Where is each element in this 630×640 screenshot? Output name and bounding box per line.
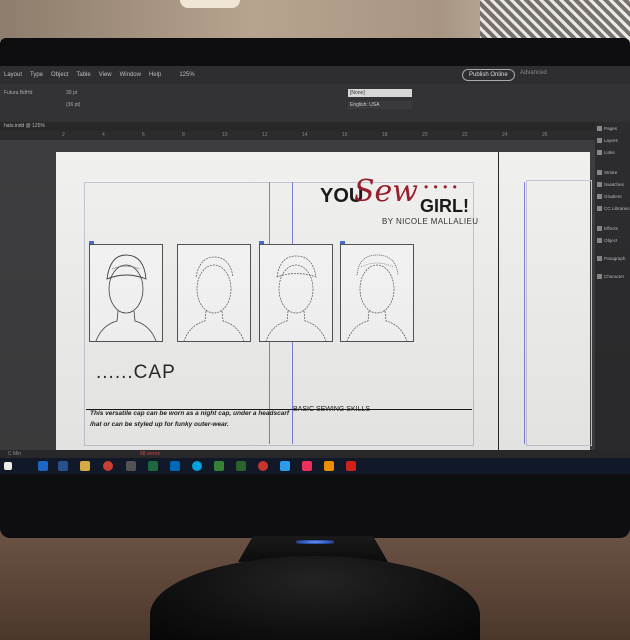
spread-guide	[524, 182, 525, 444]
excel-icon[interactable]	[148, 461, 158, 471]
outlook-icon[interactable]	[170, 461, 180, 471]
panel-pages[interactable]: Pages	[597, 126, 617, 131]
object-icon	[597, 238, 602, 243]
gradient-icon	[597, 194, 602, 199]
menu-object[interactable]: Object	[51, 72, 68, 78]
menu-help[interactable]: Help	[149, 72, 161, 78]
publish-online-button[interactable]: Publish Online	[462, 69, 515, 81]
panel-cc-libraries[interactable]: CC Libraries	[597, 206, 630, 211]
effects-icon	[597, 226, 602, 231]
indesign-icon[interactable]	[302, 461, 312, 471]
document-tab-label: hats.indd @ 125%	[4, 123, 45, 129]
status-left: C Min	[8, 451, 22, 457]
panel-layers[interactable]: Layers	[597, 138, 618, 143]
illustrator-icon[interactable]	[324, 461, 334, 471]
cap-heading[interactable]: ......CAP	[96, 362, 176, 384]
menu-layout[interactable]: Layout	[4, 72, 22, 78]
ruler-tick: 10	[222, 132, 228, 138]
panel-swatches[interactable]: Swatches	[597, 182, 624, 187]
panel-gradient[interactable]: Gradient	[597, 194, 622, 199]
panel-character[interactable]: Character	[597, 274, 624, 279]
ruler-tick: 16	[342, 132, 348, 138]
ruler-tick: 2	[62, 132, 65, 138]
skills-label[interactable]: BASIC SEWING SKILLS	[293, 406, 370, 413]
photo-scene: Layout Type Object Table View Window Hel…	[0, 0, 630, 640]
power-indicator-light	[296, 540, 334, 544]
pages-icon	[597, 126, 602, 131]
background-shelf	[180, 0, 240, 8]
head-sketch-icon	[346, 254, 408, 341]
stroke-icon	[597, 170, 602, 175]
leading-field[interactable]: (36 pt)	[66, 102, 80, 108]
file-explorer-icon[interactable]	[80, 461, 90, 471]
language-field[interactable]: English: USA	[348, 101, 412, 109]
cap-illustration-1[interactable]	[89, 244, 163, 342]
document-tab[interactable]: hats.indd @ 125%	[0, 122, 630, 131]
logo-girl: GIRL!	[420, 196, 469, 216]
ruler-tick: 14	[302, 132, 308, 138]
ruler-tick: 4	[102, 132, 105, 138]
chrome-icon[interactable]	[103, 461, 113, 471]
edge-icon[interactable]	[38, 461, 48, 471]
spread-edge	[498, 152, 499, 450]
panel-dock: Pages Layers Links Stroke Swatches Gradi…	[595, 122, 630, 452]
zoom-level[interactable]: 125%	[179, 72, 194, 78]
logo-byline: BY NICOLE MALLALIEU	[382, 217, 479, 226]
ruler-tick: 12	[262, 132, 268, 138]
panel-effects[interactable]: Effects	[597, 226, 618, 231]
ruler-tick: 8	[182, 132, 185, 138]
links-icon	[597, 150, 602, 155]
horizontal-ruler: 2 4 6 8 10 12 14 16 18 20 22 24 26	[0, 131, 595, 140]
layers-icon	[597, 138, 602, 143]
font-family-field[interactable]: Futura BdHd	[4, 90, 32, 96]
panel-paragraph[interactable]: Paragraph	[597, 256, 625, 261]
windows-taskbar	[0, 458, 630, 474]
status-bar: C Min 88 errors	[0, 450, 630, 458]
photoshop-icon[interactable]	[280, 461, 290, 471]
document-page[interactable]: YOU Sew • • • • GIRL! BY NICOLE MALLALIE…	[56, 152, 592, 450]
cc-libraries-icon	[597, 206, 602, 211]
ruler-tick: 24	[502, 132, 508, 138]
panel-stroke[interactable]: Stroke	[597, 170, 617, 175]
app-icon-3[interactable]	[258, 461, 268, 471]
head-sketch-icon	[95, 254, 157, 341]
panel-links[interactable]: Links	[597, 150, 615, 155]
facing-page-margins	[526, 180, 592, 446]
paragraph-icon	[597, 256, 602, 261]
head-sketch-icon	[265, 255, 327, 341]
panel-object[interactable]: Object	[597, 238, 617, 243]
monitor-screen: Layout Type Object Table View Window Hel…	[0, 66, 630, 474]
swatches-icon	[597, 182, 602, 187]
menu-table[interactable]: Table	[76, 72, 90, 78]
ruler-tick: 22	[462, 132, 468, 138]
cap-illustration-2[interactable]	[177, 244, 251, 342]
preflight-errors[interactable]: 88 errors	[140, 451, 160, 457]
workspace-switcher[interactable]: Advanced	[520, 70, 547, 76]
menu-window[interactable]: Window	[120, 72, 141, 78]
store-icon[interactable]	[126, 461, 136, 471]
cap-description[interactable]: This versatile cap can be worn as a nigh…	[90, 408, 290, 430]
character-icon	[597, 274, 602, 279]
head-sketch-icon	[183, 256, 245, 341]
app-icon[interactable]	[214, 461, 224, 471]
word-icon[interactable]	[58, 461, 68, 471]
cap-illustration-3[interactable]	[259, 244, 333, 342]
ruler-tick: 26	[542, 132, 548, 138]
logo-sew: Sew	[354, 174, 418, 209]
menu-view[interactable]: View	[99, 72, 112, 78]
logo-dots-decoration: • • • •	[424, 180, 458, 194]
control-panel	[0, 84, 630, 122]
skype-icon[interactable]	[192, 461, 202, 471]
app-icon-2[interactable]	[236, 461, 246, 471]
window-security-grille	[480, 0, 630, 40]
ruler-tick: 18	[382, 132, 388, 138]
start-icon[interactable]	[4, 462, 12, 470]
cap-illustration-4[interactable]	[340, 244, 414, 342]
paragraph-style-field[interactable]: [None]	[348, 89, 412, 97]
font-size-field[interactable]: 30 pt	[66, 90, 77, 96]
ruler-tick: 20	[422, 132, 428, 138]
acrobat-icon[interactable]	[346, 461, 356, 471]
ruler-tick: 6	[142, 132, 145, 138]
menu-type[interactable]: Type	[30, 72, 43, 78]
